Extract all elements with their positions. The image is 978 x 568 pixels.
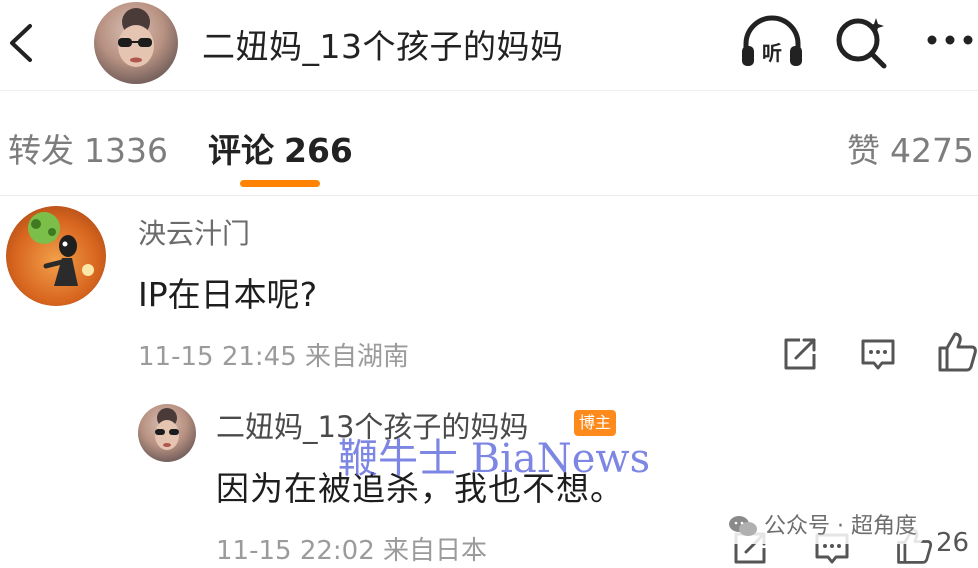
tab-repost[interactable]: 转发 1336 <box>8 124 168 172</box>
comment-meta: 11-15 21:45 来自湖南 <box>138 342 410 372</box>
reply-like-count: 26 <box>936 528 970 558</box>
author-avatar[interactable] <box>94 2 178 84</box>
back-arrow-icon[interactable] <box>6 22 36 64</box>
commenter-name[interactable]: 泱云汁门 <box>138 212 250 252</box>
wechat-icon <box>729 516 757 536</box>
tab-comments-label: 评论 <box>208 131 274 170</box>
headphones-listen-icon[interactable]: 听 <box>738 14 806 70</box>
tab-comments[interactable]: 评论 266 <box>208 124 353 172</box>
listen-label: 听 <box>762 41 782 65</box>
search-icon[interactable] <box>832 12 892 70</box>
tab-divider <box>0 195 978 196</box>
comment-text: IP在日本呢? <box>138 275 318 314</box>
like-icon[interactable] <box>936 330 978 374</box>
tab-likes-label: 赞 <box>847 131 881 170</box>
tab-likes-count: 4275 <box>890 131 974 170</box>
commenter-avatar[interactable] <box>6 206 106 306</box>
active-tab-indicator <box>240 180 320 187</box>
page-title: 二妞妈_13个孩子的妈妈 <box>202 27 564 66</box>
watermark-wechat-text: 公众号 · 超角度 <box>764 514 917 539</box>
watermark-bianews: 鞭牛士 BiaNews <box>338 436 651 482</box>
tab-repost-label: 转发 <box>8 131 74 170</box>
more-options-icon[interactable] <box>922 24 978 54</box>
tab-likes[interactable]: 赞 4275 <box>847 124 974 172</box>
reply-meta: 11-15 22:02 来自日本 <box>216 536 488 566</box>
tab-repost-count: 1336 <box>84 131 168 170</box>
watermark-wechat: 公众号 · 超角度 <box>722 510 923 544</box>
reply-author-avatar[interactable] <box>138 404 196 462</box>
tab-comments-count: 266 <box>284 131 353 170</box>
share-icon[interactable] <box>780 334 820 374</box>
comment-icon[interactable] <box>858 334 898 374</box>
